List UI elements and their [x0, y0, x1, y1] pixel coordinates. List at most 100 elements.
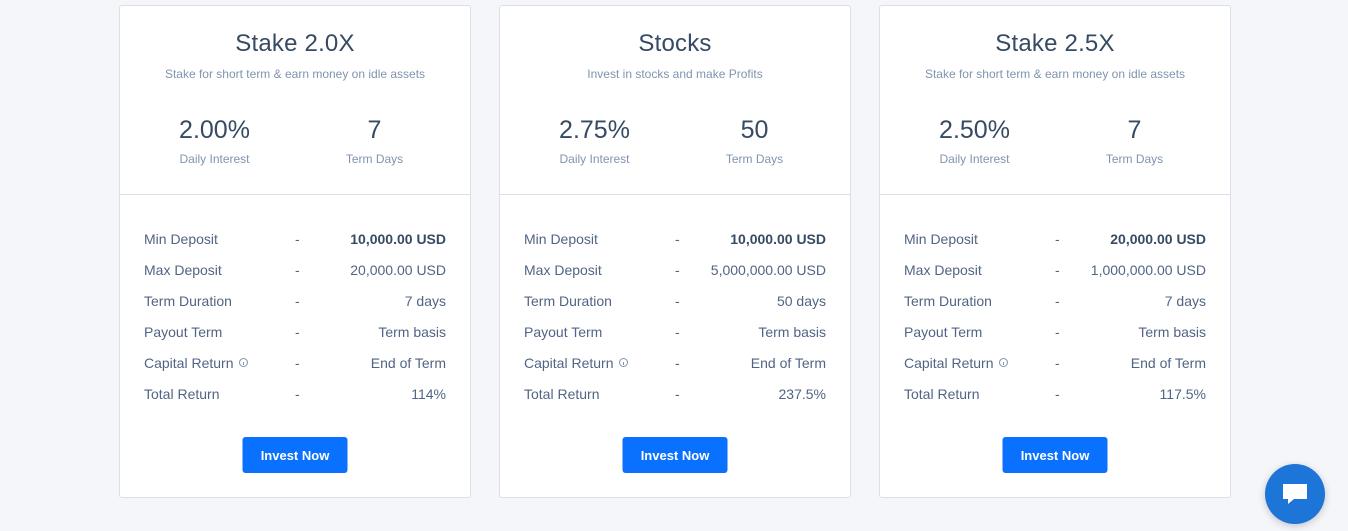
detail-label: Capital Return: [524, 354, 614, 371]
detail-value: 114%: [411, 385, 446, 402]
detail-label: Term Duration: [524, 292, 612, 309]
detail-value: Term basis: [378, 323, 446, 340]
detail-label-wrap: Capital Return: [524, 355, 675, 371]
detail-separator: -: [1055, 261, 1060, 278]
plan-card-header: Stake 2.5X Stake for short term & earn m…: [880, 6, 1230, 195]
detail-row-capital-return: Capital Return - End of Term: [144, 347, 446, 378]
detail-label-wrap: Capital Return: [904, 355, 1055, 371]
detail-separator: -: [295, 385, 300, 402]
info-circle-icon[interactable]: [238, 358, 248, 367]
detail-label: Payout Term: [904, 323, 983, 340]
chat-widget-button[interactable]: [1265, 464, 1325, 524]
plan-card: Stake 2.5X Stake for short term & earn m…: [879, 5, 1231, 498]
detail-value: 10,000.00 USD: [350, 230, 446, 247]
detail-separator: -: [295, 354, 300, 371]
term-days-stat: 50 Term Days: [675, 116, 850, 166]
detail-separator: -: [295, 292, 300, 309]
term-days-stat: 7 Term Days: [295, 116, 470, 166]
detail-label: Min Deposit: [524, 230, 598, 247]
info-circle-icon[interactable]: [998, 358, 1008, 367]
term-days-label: Term Days: [725, 152, 784, 166]
detail-row-min-deposit: Min Deposit - 20,000.00 USD: [904, 223, 1206, 254]
detail-value: 237.5%: [778, 385, 826, 402]
term-days-value: 7: [367, 116, 382, 144]
term-days-stat: 7 Term Days: [1055, 116, 1230, 166]
detail-label: Total Return: [904, 385, 980, 402]
plan-subtitle: Stake for short term & earn money on idl…: [164, 67, 426, 81]
detail-separator: -: [1055, 230, 1060, 247]
detail-label: Min Deposit: [144, 230, 218, 247]
detail-separator: -: [675, 323, 680, 340]
daily-interest-label: Daily Interest: [559, 152, 630, 166]
daily-interest-value: 2.75%: [559, 116, 630, 144]
daily-interest-value: 2.00%: [179, 116, 250, 144]
detail-row-total-return: Total Return - 237.5%: [524, 378, 826, 409]
detail-value: 7 days: [1164, 292, 1206, 309]
detail-label: Max Deposit: [904, 261, 982, 278]
detail-row-total-return: Total Return - 114%: [144, 378, 446, 409]
invest-now-button[interactable]: Invest Now: [622, 437, 728, 473]
term-days-label: Term Days: [345, 152, 404, 166]
plan-subtitle: Invest in stocks and make Profits: [587, 67, 763, 81]
detail-separator: -: [675, 292, 680, 309]
detail-label-wrap: Capital Return: [144, 355, 295, 371]
detail-row-payout-term: Payout Term - Term basis: [904, 316, 1206, 347]
detail-row-term-duration: Term Duration - 7 days: [904, 285, 1206, 316]
detail-row-payout-term: Payout Term - Term basis: [144, 316, 446, 347]
plan-subtitle: Stake for short term & earn money on idl…: [924, 67, 1186, 81]
term-days-value: 50: [740, 116, 769, 144]
plan-card: Stocks Invest in stocks and make Profits…: [499, 5, 851, 498]
plan-details: Min Deposit - 10,000.00 USD Max Deposit …: [524, 223, 826, 409]
plan-details: Min Deposit - 20,000.00 USD Max Deposit …: [904, 223, 1206, 409]
detail-label: Max Deposit: [524, 261, 602, 278]
daily-interest-stat: 2.75% Daily Interest: [500, 116, 675, 166]
detail-row-max-deposit: Max Deposit - 20,000.00 USD: [144, 254, 446, 285]
detail-row-payout-term: Payout Term - Term basis: [524, 316, 826, 347]
invest-now-button[interactable]: Invest Now: [1002, 437, 1108, 473]
plan-stats: 2.50% Daily Interest 7 Term Days: [880, 116, 1230, 166]
detail-separator: -: [675, 230, 680, 247]
detail-value: 20,000.00 USD: [1110, 230, 1206, 247]
term-days-value: 7: [1127, 116, 1142, 144]
detail-label: Max Deposit: [144, 261, 222, 278]
daily-interest-label: Daily Interest: [179, 152, 250, 166]
detail-value: End of Term: [370, 354, 446, 371]
detail-row-min-deposit: Min Deposit - 10,000.00 USD: [144, 223, 446, 254]
plan-list: Stake 2.0X Stake for short term & earn m…: [119, 5, 1231, 498]
detail-label: Total Return: [144, 385, 220, 402]
invest-now-button[interactable]: Invest Now: [242, 437, 348, 473]
plan-card-header: Stake 2.0X Stake for short term & earn m…: [120, 6, 470, 195]
plan-stats: 2.00% Daily Interest 7 Term Days: [120, 116, 470, 166]
detail-separator: -: [1055, 385, 1060, 402]
detail-row-term-duration: Term Duration - 50 days: [524, 285, 826, 316]
plan-details: Min Deposit - 10,000.00 USD Max Deposit …: [144, 223, 446, 409]
detail-value: Term basis: [758, 323, 826, 340]
plan-title: Stake 2.5X: [995, 30, 1115, 57]
detail-label: Term Duration: [144, 292, 232, 309]
detail-value: 10,000.00 USD: [730, 230, 826, 247]
daily-interest-label: Daily Interest: [939, 152, 1010, 166]
detail-value: End of Term: [1130, 354, 1206, 371]
detail-separator: -: [675, 385, 680, 402]
plan-title: Stocks: [638, 30, 712, 57]
detail-value: 50 days: [776, 292, 826, 309]
detail-row-total-return: Total Return - 117.5%: [904, 378, 1206, 409]
detail-label: Capital Return: [904, 354, 994, 371]
detail-label: Total Return: [524, 385, 600, 402]
detail-separator: -: [1055, 323, 1060, 340]
detail-value: 7 days: [404, 292, 446, 309]
detail-label: Min Deposit: [904, 230, 978, 247]
detail-separator: -: [1055, 292, 1060, 309]
detail-separator: -: [675, 354, 680, 371]
detail-separator: -: [295, 230, 300, 247]
plan-card: Stake 2.0X Stake for short term & earn m…: [119, 5, 471, 498]
daily-interest-stat: 2.00% Daily Interest: [120, 116, 295, 166]
plan-stats: 2.75% Daily Interest 50 Term Days: [500, 116, 850, 166]
daily-interest-stat: 2.50% Daily Interest: [880, 116, 1055, 166]
info-circle-icon[interactable]: [618, 358, 628, 367]
detail-separator: -: [1055, 354, 1060, 371]
detail-value: 117.5%: [1159, 385, 1206, 402]
detail-label: Capital Return: [144, 354, 234, 371]
plan-card-header: Stocks Invest in stocks and make Profits…: [500, 6, 850, 195]
detail-row-capital-return: Capital Return - End of Term: [524, 347, 826, 378]
